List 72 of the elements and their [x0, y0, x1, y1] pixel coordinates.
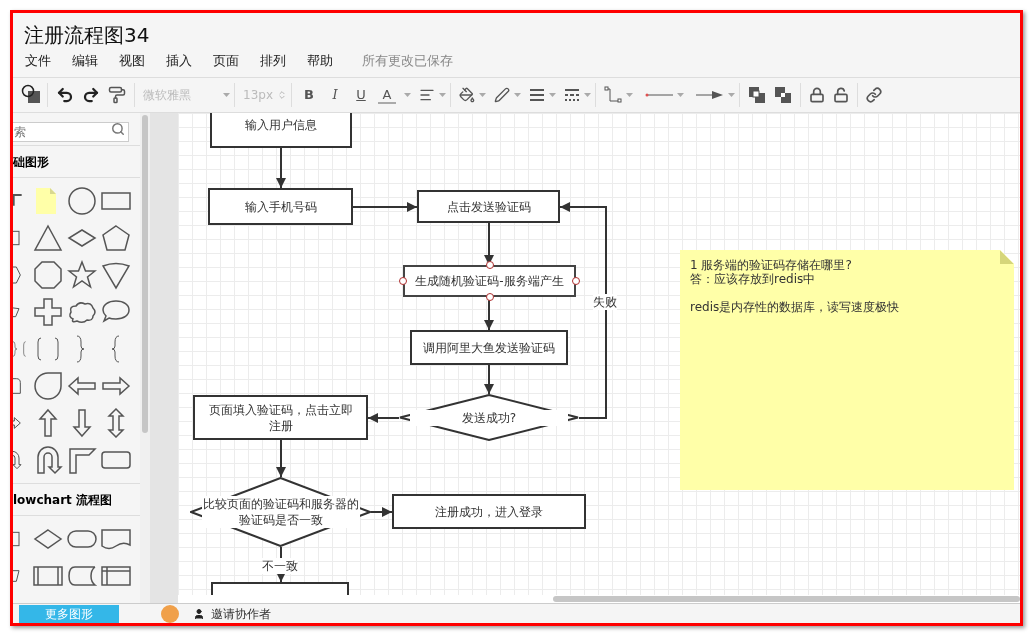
shape-icon[interactable] — [33, 297, 63, 327]
line-start-icon[interactable] — [645, 92, 673, 98]
format-button[interactable]: A — [378, 86, 396, 104]
format-button[interactable]: B — [300, 85, 318, 105]
fill-color-icon[interactable] — [459, 87, 475, 103]
menu-item[interactable]: 排列 — [260, 51, 286, 71]
flowchart-box[interactable]: 输入手机号码 — [208, 188, 353, 225]
flowchart-box[interactable]: 输入用户信息 — [210, 113, 352, 148]
menu-item[interactable]: 帮助 — [307, 51, 333, 71]
flowchart-decision[interactable]: 比较页面的验证码和服务器的验证码是否一致 — [190, 477, 371, 547]
line-width-icon[interactable] — [529, 89, 545, 101]
connector-arrow[interactable] — [367, 413, 400, 423]
connector-arrow[interactable] — [484, 364, 494, 395]
connection-handle[interactable] — [485, 261, 494, 269]
note-text: redis是内存性的数据库，读写速度极快 — [690, 300, 901, 314]
undo-icon[interactable] — [56, 86, 74, 104]
format-painter-icon[interactable] — [108, 86, 126, 104]
sticky-note[interactable]: 1 服务端的验证码存储在哪里? 答：应该存放到redis中 redis是内存性的数据库，读写速度极快 — [680, 250, 1014, 490]
menu-item[interactable]: 编辑 — [72, 51, 98, 71]
lock-icon[interactable] — [809, 87, 825, 103]
search-field[interactable]: 索 — [13, 122, 129, 142]
format-button[interactable]: I — [326, 85, 344, 105]
scrollbar[interactable] — [553, 596, 1020, 602]
connector-arrow[interactable] — [276, 147, 286, 189]
shape-icon[interactable] — [33, 260, 63, 290]
save-status: 所有更改已保存 — [362, 52, 453, 71]
folded-corner-icon — [1000, 250, 1014, 264]
note-text: 答：应该存放到redis中 — [690, 272, 817, 286]
bring-to-front-icon[interactable] — [748, 86, 766, 104]
flowchart-box[interactable]: 页面填入验证码，点击立即注册 — [193, 395, 368, 440]
scrollbar[interactable] — [142, 115, 148, 433]
connection-handle[interactable] — [572, 277, 580, 285]
document-title: 注册流程图34 — [24, 23, 150, 47]
redo-icon[interactable] — [82, 86, 100, 104]
format-button[interactable]: U — [352, 85, 370, 105]
shape-style-icon[interactable] — [21, 84, 43, 106]
edge-label: 不一致 — [262, 558, 298, 574]
shape-icon[interactable] — [67, 260, 97, 290]
connector-arrow[interactable] — [276, 439, 286, 478]
edge-label: 失败 — [593, 294, 617, 310]
connection-handle[interactable] — [399, 277, 407, 285]
shape-icon[interactable] — [33, 371, 63, 401]
menu-item[interactable]: 页面 — [213, 51, 239, 71]
diagram-canvas[interactable]: 输入用户信息 输入手机号码 点击发送验证码 生成随机验证码-服务端产生 调用阿里大鱼发送验证码 页面填入验证码，点击立即注册 发送成功? 比较页面的验证码和服务器的验证码是否一致 注册成功，进入登录 失败 不一致 1 服务端的验证码存储在哪里? 答：应该存放到redis中 redis是内存性的数据库，读写速度极快 — [178, 113, 1020, 595]
align-icon[interactable] — [419, 87, 435, 103]
line-dash-icon[interactable] — [564, 89, 580, 101]
line-color-icon[interactable] — [494, 87, 510, 103]
link-icon[interactable] — [866, 87, 882, 103]
shape-icon[interactable] — [101, 260, 131, 290]
menu-item[interactable]: 文件 — [25, 51, 51, 71]
shape-icon[interactable] — [67, 445, 97, 475]
shape-icon[interactable] — [33, 223, 63, 253]
connection-handle[interactable] — [485, 293, 494, 301]
search-icon[interactable] — [111, 122, 125, 136]
note-text: 1 服务端的验证码存储在哪里? — [690, 258, 853, 272]
unlock-icon[interactable] — [833, 87, 849, 103]
connector-style-icon[interactable] — [604, 86, 622, 104]
shape-icon[interactable] — [67, 186, 97, 216]
flowchart-decision[interactable]: 发送成功? — [399, 394, 579, 441]
send-to-back-icon[interactable] — [774, 86, 792, 104]
flowchart-box[interactable]: 注册成功，进入登录 — [392, 494, 586, 529]
flowchart-box[interactable]: 点击发送验证码 — [417, 190, 560, 223]
person-icon[interactable] — [193, 607, 205, 620]
flowchart-box[interactable]: 调用阿里大鱼发送验证码 — [410, 330, 568, 365]
menu-item[interactable]: 插入 — [166, 51, 192, 71]
connector-arrow[interactable] — [370, 507, 393, 517]
invite-collaborator-link[interactable]: 邀请协作者 — [211, 604, 271, 623]
shape-icon[interactable] — [101, 223, 131, 253]
menu-item[interactable]: 视图 — [119, 51, 145, 71]
connector-arrow[interactable] — [352, 202, 418, 212]
line-end-arrow-icon[interactable] — [696, 90, 724, 100]
flowchart-box[interactable]: 生成随机验证码-服务端产生 — [403, 265, 576, 297]
